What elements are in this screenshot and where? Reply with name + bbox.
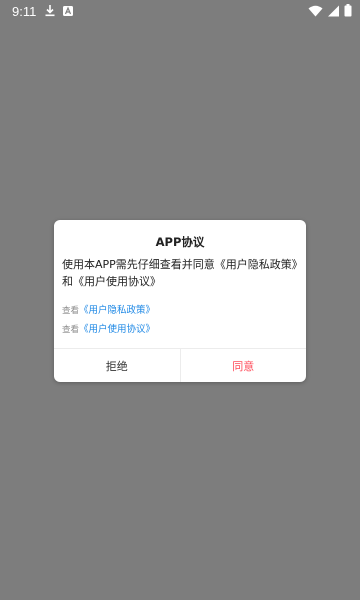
signal-icon — [327, 5, 340, 17]
status-left-icons — [44, 4, 74, 17]
dialog-title: APP协议 — [155, 235, 205, 249]
download-icon — [44, 4, 56, 17]
user-agreement-row: 查看《用户使用协议》 — [62, 323, 298, 337]
battery-icon — [344, 4, 352, 17]
view-prefix: 查看 — [62, 306, 80, 316]
agreement-dialog: APP协议 使用本APP需先仔细查看并同意《用户隐私政策》和《用户使用协议》 查… — [54, 220, 306, 382]
notification-a-icon — [62, 5, 74, 17]
privacy-policy-link[interactable]: 《用户隐私政策》 — [79, 305, 155, 316]
agree-button[interactable]: 同意 — [181, 349, 307, 382]
status-bar: 9:11 — [0, 0, 360, 24]
status-time: 9:11 — [12, 4, 37, 19]
privacy-policy-row: 查看《用户隐私政策》 — [62, 304, 298, 318]
user-agreement-link[interactable]: 《用户使用协议》 — [79, 324, 155, 335]
reject-button[interactable]: 拒绝 — [54, 349, 181, 382]
status-right-icons — [308, 4, 352, 17]
dialog-message: 使用本APP需先仔细查看并同意《用户隐私政策》和《用户使用协议》 — [62, 258, 298, 288]
view-prefix: 查看 — [62, 325, 80, 335]
wifi-icon — [308, 5, 323, 17]
dialog-button-row: 拒绝 同意 — [54, 348, 306, 382]
